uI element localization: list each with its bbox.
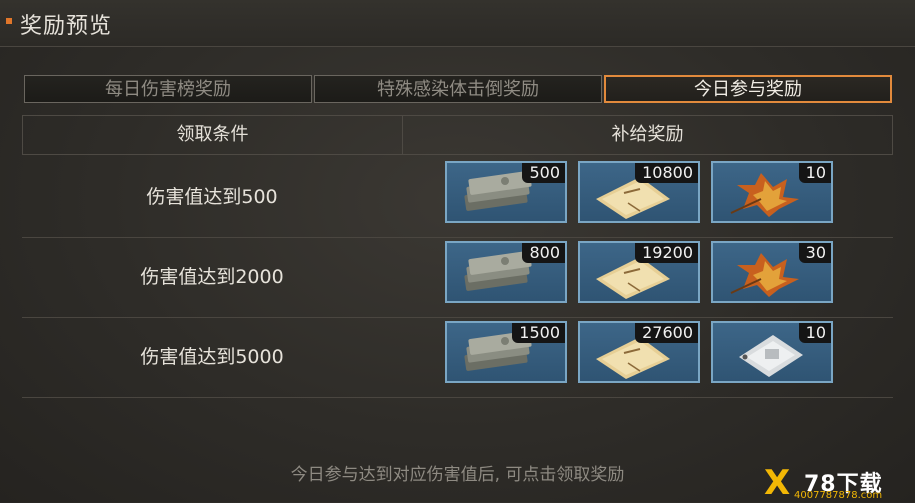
leaf-icon [730,253,799,297]
reward-count: 800 [522,243,565,263]
table-row: 伤害值达到5000 1500 27600 10 [22,317,893,398]
column-header-condition: 领取条件 [176,124,249,145]
reward-item-cash[interactable]: 1500 [445,321,567,383]
column-header-rewards: 补给奖励 [611,124,684,145]
page-title: 奖励预览 [20,14,113,39]
reward-item-ticket[interactable]: 19200 [578,241,700,303]
condition-label: 伤害值达到500 [146,186,278,208]
reward-item-ticket[interactable]: 10800 [578,161,700,223]
tab-special-infected-kill[interactable]: 特殊感染体击倒奖励 [314,75,602,103]
reward-count: 10 [798,163,831,183]
table-row: 伤害值达到2000 800 19200 30 [22,237,893,318]
reward-count: 500 [522,163,565,183]
reward-item-ticket[interactable]: 27600 [578,321,700,383]
tab-today-participation[interactable]: 今日参与奖励 [604,75,892,103]
table-header: 领取条件 补给奖励 [22,115,893,155]
reward-count: 19200 [635,243,698,263]
reward-count: 10800 [635,163,698,183]
reward-item-cash[interactable]: 500 [445,161,567,223]
reward-item-leaf[interactable]: 10 [711,161,833,223]
reward-item-leaf[interactable]: 30 [711,241,833,303]
table-row: 伤害值达到500 500 10800 10 [22,157,893,238]
condition-label: 伤害值达到2000 [140,266,284,288]
leaf-icon [730,173,799,217]
condition-label: 伤害值达到5000 [140,346,284,368]
header-bar: 奖励预览 [0,0,915,47]
tab-bar: 每日伤害榜奖励 特殊感染体击倒奖励 今日参与奖励 [24,75,892,105]
title-marker [6,18,12,24]
reward-count: 27600 [635,323,698,343]
reward-count: 1500 [512,323,565,343]
reward-count: 30 [798,243,831,263]
logo-site: 4007787878.com [794,490,883,501]
reward-item-cash[interactable]: 800 [445,241,567,303]
pack-icon [739,335,803,377]
reward-item-pack[interactable]: 10 [711,321,833,383]
tab-daily-damage-ranking[interactable]: 每日伤害榜奖励 [24,75,312,103]
reward-count: 10 [798,323,831,343]
watermark-logo: X 78下载 4007787878.com [764,466,914,501]
